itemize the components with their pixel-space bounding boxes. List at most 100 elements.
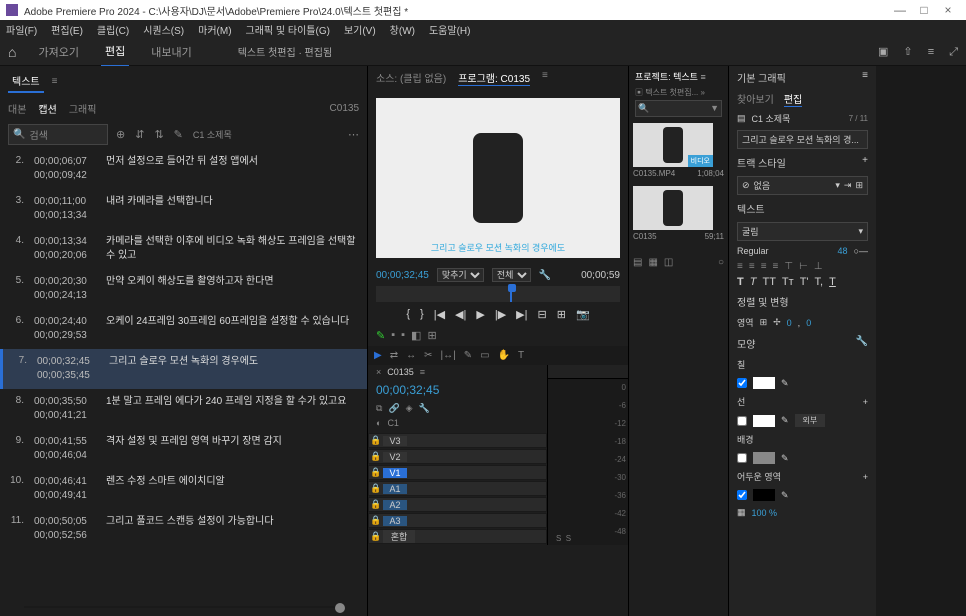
pos-x[interactable]: 0	[787, 318, 792, 328]
caption-timecode[interactable]: 00;00;13;3400;00;20;06	[34, 235, 96, 263]
filter-icon[interactable]: ▼	[710, 103, 719, 114]
align-top-icon[interactable]: ⊤	[784, 261, 793, 272]
edit-icon[interactable]: ✎	[174, 128, 183, 141]
eyedropper-icon[interactable]: ✎	[781, 378, 789, 389]
play-icon[interactable]: ▶	[476, 308, 484, 321]
allcaps-icon[interactable]: TT	[762, 276, 775, 288]
tab-transcript[interactable]: 대본	[8, 101, 26, 116]
lock-icon[interactable]: 🔒	[369, 483, 383, 494]
timeline-canvas[interactable]: 0-6-12-18-24-30-36-42-48 S S	[548, 365, 628, 545]
go-in-icon[interactable]: |◀	[434, 308, 445, 321]
subscript-icon[interactable]: T,	[815, 276, 824, 288]
eg-tab-edit[interactable]: 편집	[784, 91, 802, 107]
superscript-icon[interactable]: T'	[800, 276, 809, 288]
mark-in-icon[interactable]: {	[406, 308, 410, 321]
caption-row[interactable]: 6. 00;00;24;4000;00;29;53 오케이 24프레임 30프레…	[0, 309, 367, 349]
region-grid-icon[interactable]: ⊞	[760, 317, 768, 328]
merge-caption-icon[interactable]: ⇅	[154, 128, 163, 141]
add-stroke-icon[interactable]: +	[863, 397, 868, 407]
zoom-slider[interactable]	[0, 598, 367, 616]
text-preview[interactable]: 그리고 슬로우 모션 녹화의 경...	[737, 130, 868, 149]
add-shadow-icon[interactable]: +	[863, 472, 868, 482]
text-panel-tab[interactable]: 텍스트	[8, 70, 44, 93]
caption-track-icon[interactable]: ◐	[376, 418, 381, 428]
more-icon[interactable]: ⋯	[348, 128, 359, 141]
menu-view[interactable]: 보기(V)	[344, 22, 376, 37]
wrench-icon[interactable]: 🔧	[856, 336, 868, 351]
grid-icon[interactable]: ⊞	[855, 180, 863, 191]
caption-row[interactable]: 9. 00;00;41;5500;00;46;04 격자 설정 및 프레임 영역…	[0, 429, 367, 469]
mix-track[interactable]: 🔒혼합	[368, 529, 547, 544]
program-tab[interactable]: 프로그램: C0135	[458, 70, 530, 86]
export-frame-icon[interactable]: 📷	[576, 308, 590, 321]
hand-tool-icon[interactable]: ✋	[498, 350, 510, 361]
type-tool-icon[interactable]: T	[518, 350, 524, 361]
timeline-seq-name[interactable]: C0135	[387, 367, 414, 377]
caption-timecode[interactable]: 00;00;06;0700;00;09;42	[34, 155, 96, 183]
bg-swatch[interactable]	[753, 452, 775, 464]
lock-icon[interactable]: 🔒	[369, 515, 383, 526]
align-mid-icon[interactable]: ⊢	[799, 261, 808, 272]
extract-icon[interactable]: ⊞	[557, 308, 566, 321]
caption-track-c1[interactable]: C1	[387, 418, 399, 428]
menu-file[interactable]: 파일(F)	[6, 22, 37, 37]
project-tab[interactable]: 프로젝트: 텍스트	[635, 72, 698, 82]
fill-toggle[interactable]	[737, 378, 747, 388]
zoom-out-icon[interactable]: ○	[718, 257, 724, 268]
shadow-swatch[interactable]	[753, 489, 775, 501]
caption-row[interactable]: 2. 00;00;06;0700;00;09;42 먼저 설정으로 들어간 뒤 …	[0, 149, 367, 189]
markers-icon[interactable]: ◈	[406, 403, 413, 414]
fit-dropdown[interactable]: 맞추기	[437, 268, 484, 282]
eyedropper-icon[interactable]: ✎	[781, 453, 789, 464]
eyedropper-icon[interactable]: ✎	[781, 490, 789, 501]
audio-track[interactable]: 🔒A1	[368, 481, 547, 496]
shadow-toggle[interactable]	[737, 490, 747, 500]
italic-icon[interactable]: T	[750, 276, 757, 288]
caption-row[interactable]: 5. 00;00;20;3000;00;24;13 만약 오케이 해상도를 촬영…	[0, 269, 367, 309]
align-left-icon[interactable]: ≡	[737, 261, 743, 272]
pen-tool-icon[interactable]: ✎	[464, 350, 472, 361]
bin-icon[interactable]: ▣	[635, 88, 643, 97]
selection-tool-icon[interactable]: ▶	[374, 350, 382, 361]
align-justify-icon[interactable]: ≡	[773, 261, 779, 272]
workspace-import[interactable]: 가져오기	[34, 38, 82, 66]
pen-icon[interactable]: ✎	[376, 329, 385, 342]
marker-icon-4[interactable]: ⊞	[427, 329, 436, 342]
ripple-tool-icon[interactable]: ⇄	[390, 350, 398, 361]
eg-tab-browse[interactable]: 찾아보기	[737, 91, 774, 107]
workspace-export[interactable]: 내보내기	[147, 38, 195, 66]
snap-icon[interactable]: ⧉	[376, 403, 382, 414]
fullscreen-icon[interactable]: ⤢	[949, 46, 958, 58]
project-breadcrumb[interactable]: 텍스트 첫편집...	[645, 88, 698, 97]
eg-title[interactable]: 기본 그래픽	[737, 70, 786, 85]
align-bot-icon[interactable]: ⊥	[814, 261, 823, 272]
rect-tool-icon[interactable]: ▭	[480, 350, 489, 361]
project-item[interactable]: 비디오 C0135.MP41;08;04	[633, 123, 724, 180]
linked-icon[interactable]: 🔗	[388, 403, 399, 414]
caption-text[interactable]: 그리고 슬로우 모션 녹화의 경우에도	[109, 355, 357, 383]
caption-row[interactable]: 11. 00;00;50;0500;00;52;56 그리고 풀코드 스캔등 설…	[0, 509, 367, 549]
push-style-icon[interactable]: ⇥	[844, 180, 852, 191]
go-out-icon[interactable]: ▶|	[516, 308, 527, 321]
step-back-icon[interactable]: ◀|	[455, 308, 466, 321]
caption-text[interactable]: 1분 말고 프레임 에다가 240 프레임 지정을 할 수가 있고요	[106, 395, 357, 423]
quick-export-icon[interactable]: ▣	[878, 46, 888, 58]
caption-timecode[interactable]: 00;00;32;4500;00;35;45	[37, 355, 99, 383]
underline-icon[interactable]: T	[829, 276, 836, 288]
full-dropdown[interactable]: 전체	[492, 268, 531, 282]
menu-window[interactable]: 창(W)	[390, 22, 415, 37]
menu-edit[interactable]: 편집(E)	[51, 22, 83, 37]
layer-name[interactable]: C1 소제목	[752, 112, 791, 125]
audio-track[interactable]: 🔒A3	[368, 513, 547, 528]
lock-icon[interactable]: 🔒	[369, 467, 383, 478]
eyedropper-icon[interactable]: ✎	[781, 415, 789, 426]
caption-text[interactable]: 먼저 설정으로 들어간 뒤 설정 앱에서	[106, 155, 357, 183]
wrench-icon[interactable]: 🔧	[539, 270, 551, 281]
caption-row[interactable]: 8. 00;00;35;5000;00;41;21 1분 말고 프레임 에다가 …	[0, 389, 367, 429]
timeline-seq-tab[interactable]: ×	[376, 367, 381, 377]
marker-icon-3[interactable]: ◧	[411, 329, 421, 342]
program-scrubber[interactable]	[376, 286, 620, 302]
caption-row[interactable]: 7. 00;00;32;4500;00;35;45 그리고 슬로우 모션 녹화의…	[0, 349, 367, 389]
smallcaps-icon[interactable]: Tᴛ	[782, 276, 794, 288]
timecode-left[interactable]: 00;00;32;45	[376, 270, 429, 281]
